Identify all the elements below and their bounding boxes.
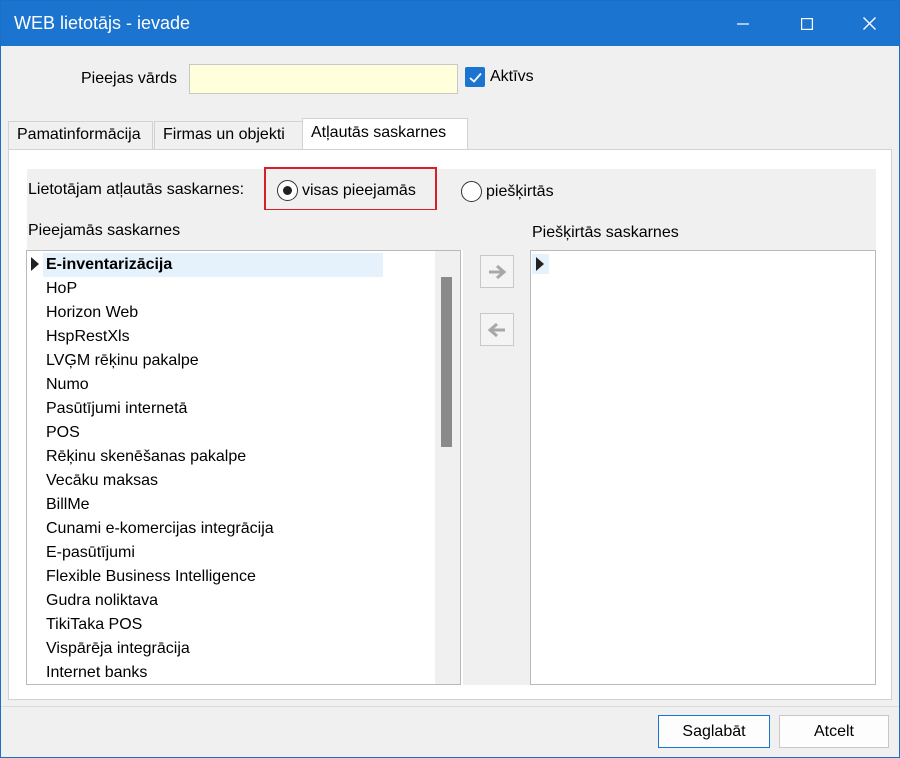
list-item[interactable]: Vecāku maksas	[46, 469, 158, 493]
list-item[interactable]: Numo	[46, 373, 89, 397]
arrow-left-icon	[487, 322, 505, 337]
scrollbar-thumb[interactable]	[441, 277, 452, 447]
maximize-button[interactable]	[777, 1, 837, 46]
close-icon	[862, 17, 876, 30]
minimize-button[interactable]	[713, 1, 773, 46]
unassign-button[interactable]	[480, 313, 514, 346]
list-item[interactable]: Rēķinu skenēšanas pakalpe	[46, 445, 246, 469]
tab-basic-info[interactable]: Pamatinformācija	[8, 121, 153, 149]
arrow-right-icon	[489, 264, 507, 279]
current-row-cell	[532, 254, 549, 274]
available-interfaces-label: Pieejamās saskarnes	[28, 222, 181, 239]
list-item[interactable]: Cunami e-komercijas integrācija	[46, 517, 274, 541]
available-interfaces-list[interactable]: E-inventarizācija HoP Horizon Web HspRes…	[26, 250, 461, 685]
active-label: Aktīvs	[490, 68, 534, 85]
maximize-icon	[801, 17, 813, 30]
close-button[interactable]	[839, 1, 899, 46]
list-item[interactable]: BillMe	[46, 493, 90, 517]
list-item[interactable]: Vispārēja integrācija	[46, 637, 190, 661]
title-bar: WEB lietotājs - ievade	[1, 1, 899, 46]
cancel-button[interactable]: Atcelt	[779, 715, 889, 748]
footer-divider	[1, 706, 899, 707]
radio-assigned-label: piešķirtās	[486, 182, 554, 200]
tab-companies-objects[interactable]: Firmas un objekti	[154, 121, 307, 149]
radio-button-unselected[interactable]	[461, 181, 482, 202]
list-item[interactable]: Internet banks	[46, 661, 147, 684]
highlight-box	[264, 167, 437, 211]
current-row-indicator-icon	[536, 257, 544, 271]
list-item[interactable]: Horizon Web	[46, 301, 138, 325]
list-item[interactable]: POS	[46, 421, 80, 445]
current-row-indicator-icon	[31, 257, 39, 271]
assigned-interfaces-list[interactable]	[530, 250, 876, 685]
list-item[interactable]: Gudra noliktava	[46, 589, 158, 613]
tab-allowed-interfaces[interactable]: Atļautās saskarnes	[302, 118, 468, 150]
vertical-scrollbar[interactable]	[435, 251, 460, 684]
radio-assigned[interactable]: piešķirtās	[461, 181, 554, 202]
checkmark-icon	[468, 72, 482, 83]
list-item-selected[interactable]: E-inventarizācija	[43, 253, 383, 277]
list-item[interactable]: LVĢM rēķinu pakalpe	[46, 349, 199, 373]
list-item[interactable]: Pasūtījumi internetā	[46, 397, 187, 421]
list-item[interactable]: E-pasūtījumi	[46, 541, 135, 565]
save-button[interactable]: Saglabāt	[658, 715, 770, 748]
dialog-window: WEB lietotājs - ievade Pieejas vārds Akt…	[0, 0, 900, 758]
assigned-interfaces-label: Piešķirtās saskarnes	[532, 224, 679, 241]
minimize-icon	[737, 22, 749, 25]
list-item[interactable]: HoP	[46, 277, 77, 301]
access-name-input[interactable]	[189, 64, 458, 94]
list-item[interactable]: TikiTaka POS	[46, 613, 142, 637]
window-title: WEB lietotājs - ievade	[14, 13, 191, 33]
allowed-interfaces-label: Lietotājam atļautās saskarnes:	[28, 181, 245, 198]
active-checkbox[interactable]: Aktīvs	[465, 67, 534, 87]
checkbox-checked[interactable]	[465, 67, 485, 87]
list-item[interactable]: HspRestXls	[46, 325, 130, 349]
assign-button[interactable]	[480, 255, 514, 288]
access-name-label: Pieejas vārds	[81, 70, 178, 87]
list-item[interactable]: Flexible Business Intelligence	[46, 565, 256, 589]
